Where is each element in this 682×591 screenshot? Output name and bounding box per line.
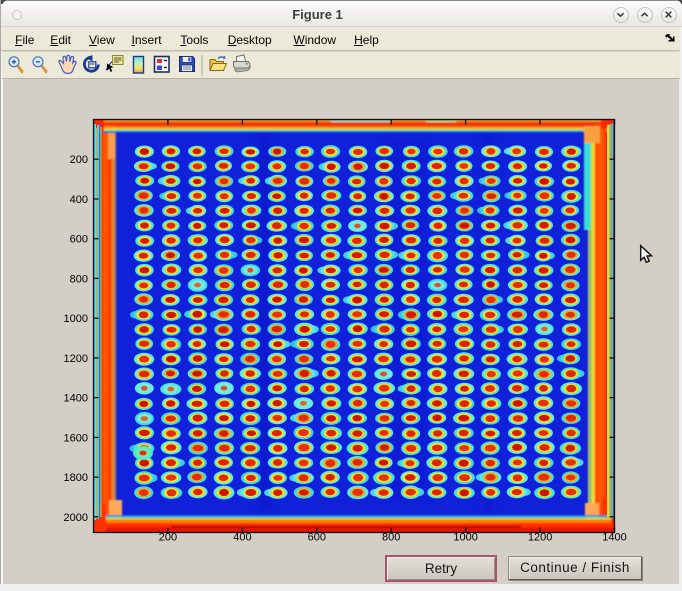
svg-text:1800: 1800 — [64, 472, 88, 484]
svg-text:600: 600 — [308, 532, 326, 544]
svg-text:2000: 2000 — [64, 512, 88, 524]
svg-text:1400: 1400 — [602, 532, 626, 544]
svg-text:200: 200 — [70, 154, 88, 166]
svg-text:400: 400 — [233, 532, 251, 544]
svg-text:1000: 1000 — [453, 532, 477, 544]
svg-text:1000: 1000 — [64, 313, 88, 325]
svg-text:1200: 1200 — [64, 353, 88, 365]
svg-text:1600: 1600 — [64, 432, 88, 444]
svg-text:1200: 1200 — [528, 532, 552, 544]
svg-text:800: 800 — [70, 273, 88, 285]
svg-text:400: 400 — [70, 194, 88, 206]
svg-text:1400: 1400 — [64, 393, 88, 405]
svg-text:600: 600 — [70, 234, 88, 246]
svg-text:800: 800 — [382, 532, 400, 544]
svg-text:200: 200 — [159, 532, 177, 544]
